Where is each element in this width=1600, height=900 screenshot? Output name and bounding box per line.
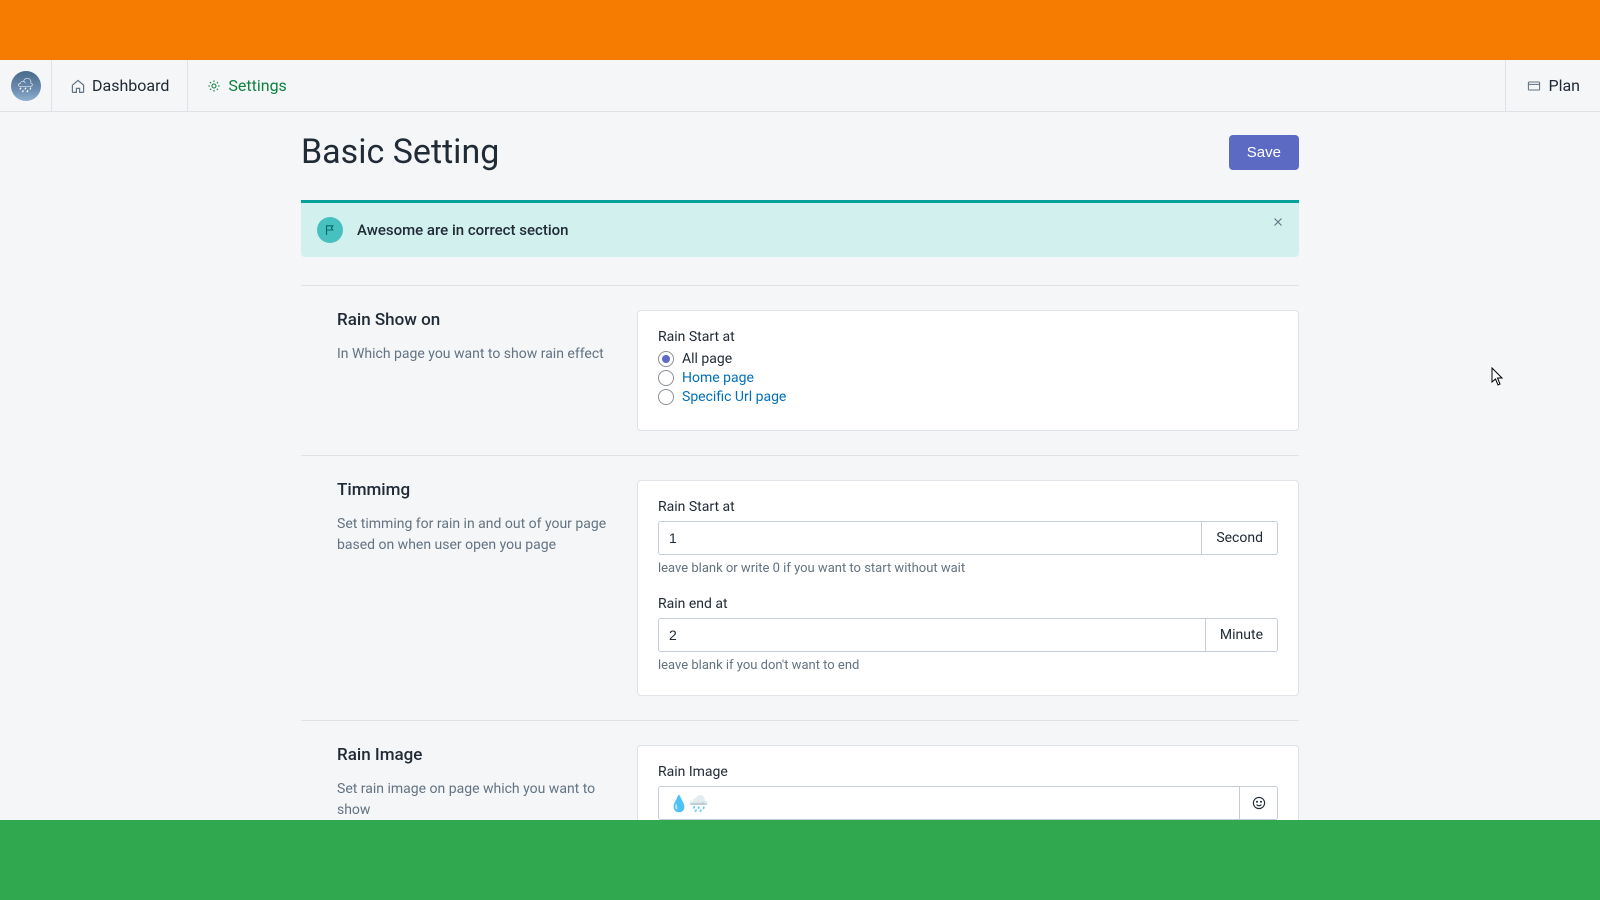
rain-image-desc: Set rain image on page which you want to… [337, 779, 607, 820]
timing-end-label: Rain end at [658, 596, 1278, 612]
smiley-icon [1251, 795, 1267, 811]
timing-card: Rain Start at Second leave blank or writ… [637, 480, 1299, 696]
nav-plan-label: Plan [1548, 76, 1580, 95]
rain-show-desc: In Which page you want to show rain effe… [337, 344, 607, 365]
timing-end-suffix: Minute [1206, 618, 1278, 652]
rain-show-title: Rain Show on [337, 310, 607, 330]
timing-desc: Set timming for rain in and out of your … [337, 514, 607, 556]
rain-image-card: Rain Image 💧🌧️ leave blank if you want t… [637, 745, 1299, 820]
rain-image-value: 💧🌧️ [669, 794, 709, 813]
timing-start-suffix: Second [1202, 521, 1278, 555]
radio-all-page-label: All page [682, 351, 732, 367]
timing-end-help: leave blank if you don't want to end [658, 658, 1278, 673]
rain-image-title: Rain Image [337, 745, 607, 765]
radio-home-page-label[interactable]: Home page [682, 370, 754, 386]
brand-logo-icon: 🌧 [11, 71, 41, 101]
gear-icon [206, 78, 222, 94]
page-title: Basic Setting [301, 132, 499, 172]
home-icon [70, 78, 86, 94]
timing-end-input[interactable] [658, 618, 1206, 652]
emoji-picker-button[interactable] [1240, 786, 1278, 820]
timing-start-label: Rain Start at [658, 499, 1278, 515]
top-nav: 🌧 Dashboard Settings Plan [0, 60, 1600, 112]
flag-icon [317, 217, 343, 243]
radio-all-page[interactable] [658, 351, 674, 367]
close-icon [1271, 215, 1285, 229]
nav-dashboard[interactable]: Dashboard [52, 60, 188, 111]
top-accent-bar [0, 0, 1600, 60]
rain-image-input[interactable]: 💧🌧️ [658, 786, 1240, 820]
bottom-accent-bar [0, 820, 1600, 900]
radio-specific-url[interactable] [658, 389, 674, 405]
timing-title: Timmimg [337, 480, 607, 500]
radio-specific-url-label[interactable]: Specific Url page [682, 389, 786, 405]
brand-logo-container[interactable]: 🌧 [0, 60, 52, 111]
rain-start-at-label: Rain Start at [658, 329, 1278, 345]
page-scroll: Basic Setting Save Awesome are in correc… [0, 112, 1600, 820]
nav-settings[interactable]: Settings [188, 60, 304, 111]
nav-settings-label: Settings [228, 76, 286, 95]
info-banner: Awesome are in correct section [301, 200, 1299, 257]
timing-start-help: leave blank or write 0 if you want to st… [658, 561, 1278, 576]
rain-image-label: Rain Image [658, 764, 1278, 780]
radio-home-page[interactable] [658, 370, 674, 386]
banner-close-button[interactable] [1271, 213, 1285, 234]
save-button[interactable]: Save [1229, 135, 1299, 170]
timing-start-input[interactable] [658, 521, 1202, 555]
rain-show-card: Rain Start at All page Home page Specifi… [637, 310, 1299, 431]
card-icon [1526, 78, 1542, 94]
nav-plan[interactable]: Plan [1505, 60, 1600, 111]
nav-dashboard-label: Dashboard [92, 76, 169, 95]
banner-text: Awesome are in correct section [357, 221, 569, 239]
